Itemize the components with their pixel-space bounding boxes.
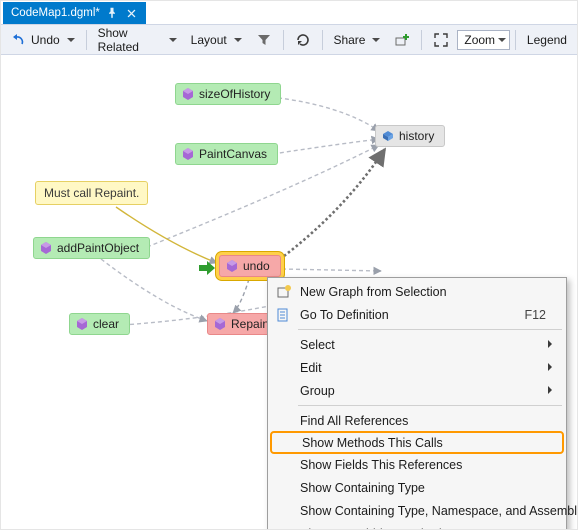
field-icon	[382, 130, 394, 142]
legend-label: Legend	[527, 33, 567, 47]
toolbar: Undo Show Related Layout Share Zoom Lege…	[1, 25, 577, 55]
pin-icon[interactable]	[104, 5, 120, 21]
tab-codemap[interactable]: CodeMap1.dgml*	[3, 2, 146, 24]
fit-icon	[433, 32, 449, 48]
fit-button[interactable]	[427, 28, 455, 52]
ctx-separator	[298, 405, 562, 406]
node-label: sizeOfHistory	[199, 87, 270, 101]
method-icon	[76, 318, 88, 330]
share-label: Share	[333, 33, 365, 47]
context-menu: New Graph from Selection Go To Definitio…	[267, 277, 567, 529]
node-label: addPaintObject	[57, 241, 139, 255]
filter-button[interactable]	[250, 28, 278, 52]
node-label: history	[399, 129, 434, 143]
ctx-show-overridden[interactable]: Show Overridden Methods	[270, 522, 564, 529]
node-sizeofhistory[interactable]: sizeOfHistory	[175, 83, 281, 105]
ctx-new-graph[interactable]: New Graph from Selection	[270, 280, 564, 303]
ctx-label: Show Overridden Methods	[300, 527, 448, 530]
separator	[515, 30, 516, 50]
undo-icon	[11, 32, 27, 48]
ctx-label: Show Containing Type	[300, 481, 425, 495]
ctx-label: Edit	[300, 361, 322, 375]
graph-canvas[interactable]: Must call Repaint. sizeOfHistory history…	[1, 55, 577, 529]
method-icon	[226, 260, 238, 272]
goto-def-icon	[275, 306, 293, 324]
node-clear[interactable]: clear	[69, 313, 130, 335]
ctx-select[interactable]: Select	[270, 333, 564, 356]
ctx-label: New Graph from Selection	[300, 285, 447, 299]
show-related-button[interactable]: Show Related	[92, 28, 183, 52]
note-text: Must call Repaint.	[44, 186, 139, 200]
undo-button[interactable]: Undo	[5, 28, 81, 52]
separator	[322, 30, 323, 50]
share-button[interactable]: Share	[327, 28, 386, 52]
method-icon	[182, 88, 194, 100]
ctx-edit[interactable]: Edit	[270, 356, 564, 379]
ctx-label: Go To Definition	[300, 308, 389, 322]
node-paintcanvas[interactable]: PaintCanvas	[175, 143, 278, 165]
show-related-label: Show Related	[98, 26, 162, 54]
ctx-show-fields-refs[interactable]: Show Fields This References	[270, 453, 564, 476]
node-label: clear	[93, 317, 119, 331]
ctx-label: Show Fields This References	[300, 458, 462, 472]
ctx-show-containing-all[interactable]: Show Containing Type, Namespace, and Ass…	[270, 499, 564, 522]
ctx-goto-def[interactable]: Go To Definition F12	[270, 303, 564, 326]
undo-label: Undo	[31, 33, 60, 47]
node-label: PaintCanvas	[199, 147, 267, 161]
separator	[421, 30, 422, 50]
ctx-show-containing-type[interactable]: Show Containing Type	[270, 476, 564, 499]
ctx-label: Show Containing Type, Namespace, and Ass…	[300, 504, 577, 518]
method-icon	[182, 148, 194, 160]
ctx-show-methods-calls[interactable]: Show Methods This Calls	[270, 431, 564, 454]
close-icon[interactable]	[124, 5, 140, 21]
refresh-button[interactable]	[289, 28, 317, 52]
ctx-label: Find All References	[300, 414, 408, 428]
ctx-label: Select	[300, 338, 335, 352]
enter-arrow-icon	[199, 261, 215, 275]
legend-button[interactable]: Legend	[521, 28, 573, 52]
add-icon	[394, 32, 410, 48]
method-icon	[40, 242, 52, 254]
node-label: undo	[243, 259, 270, 273]
method-icon	[214, 318, 226, 330]
separator	[86, 30, 87, 50]
tab-title: CodeMap1.dgml*	[11, 7, 100, 19]
ctx-label: Group	[300, 384, 335, 398]
add-button[interactable]	[388, 28, 416, 52]
layout-label: Layout	[191, 33, 227, 47]
new-graph-icon	[275, 283, 293, 301]
ctx-label: Show Methods This Calls	[302, 436, 443, 450]
node-undo[interactable]: undo	[219, 255, 281, 277]
ctx-shortcut: F12	[524, 308, 546, 322]
zoom-label: Zoom	[464, 33, 495, 47]
separator	[283, 30, 284, 50]
ctx-group[interactable]: Group	[270, 379, 564, 402]
ctx-find-all-refs[interactable]: Find All References	[270, 409, 564, 432]
filter-icon	[256, 32, 272, 48]
ctx-separator	[298, 329, 562, 330]
refresh-icon	[295, 32, 311, 48]
node-addpaintobject[interactable]: addPaintObject	[33, 237, 150, 259]
zoom-dropdown[interactable]: Zoom	[457, 30, 510, 50]
tab-bar: CodeMap1.dgml*	[1, 1, 577, 25]
layout-button[interactable]: Layout	[185, 28, 248, 52]
comment-note[interactable]: Must call Repaint.	[35, 181, 148, 205]
node-history[interactable]: history	[375, 125, 445, 147]
